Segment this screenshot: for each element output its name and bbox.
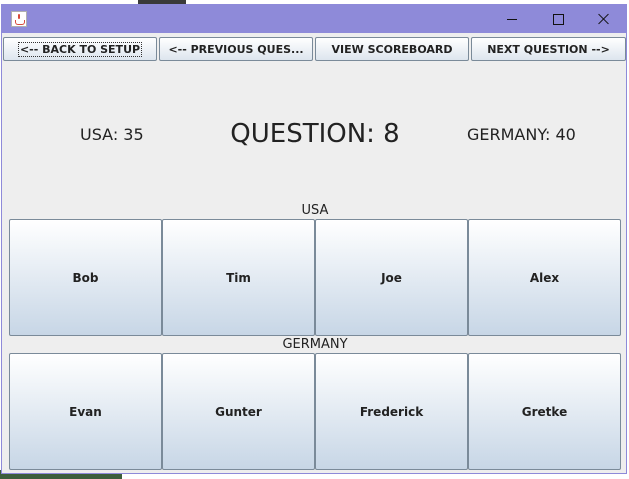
player-button-frederick[interactable]: Frederick: [315, 353, 468, 470]
germany-score: GERMANY: 40: [467, 125, 576, 144]
back-to-setup-button[interactable]: <-- BACK TO SETUP: [3, 37, 157, 61]
team-label-germany: GERMANY: [282, 337, 348, 352]
player-button-evan[interactable]: Evan: [9, 353, 162, 470]
team-label-usa: USA: [301, 203, 329, 218]
player-button-alex[interactable]: Alex: [468, 219, 621, 336]
minimize-icon: [507, 18, 517, 20]
previous-question-button[interactable]: <-- PREVIOUS QUES...: [159, 37, 313, 61]
player-button-gretke[interactable]: Gretke: [468, 353, 621, 470]
app-window: <-- BACK TO SETUP <-- PREVIOUS QUES... V…: [1, 4, 627, 474]
next-question-label: NEXT QUESTION -->: [487, 42, 610, 56]
player-button-joe[interactable]: Joe: [315, 219, 468, 336]
player-button-bob[interactable]: Bob: [9, 219, 162, 336]
player-button-tim[interactable]: Tim: [162, 219, 315, 336]
java-app-icon: [11, 11, 27, 27]
back-to-setup-label: <-- BACK TO SETUP: [17, 41, 143, 57]
title-bar[interactable]: [2, 5, 626, 33]
maximize-icon: [552, 13, 564, 25]
minimize-button[interactable]: [489, 5, 535, 33]
close-icon: [598, 13, 610, 25]
previous-question-label: <-- PREVIOUS QUES...: [168, 42, 304, 56]
view-scoreboard-label: VIEW SCOREBOARD: [331, 42, 453, 56]
player-button-gunter[interactable]: Gunter: [162, 353, 315, 470]
next-question-button[interactable]: NEXT QUESTION -->: [471, 37, 626, 61]
maximize-button[interactable]: [535, 5, 581, 33]
view-scoreboard-button[interactable]: VIEW SCOREBOARD: [315, 37, 469, 61]
close-button[interactable]: [581, 5, 627, 33]
